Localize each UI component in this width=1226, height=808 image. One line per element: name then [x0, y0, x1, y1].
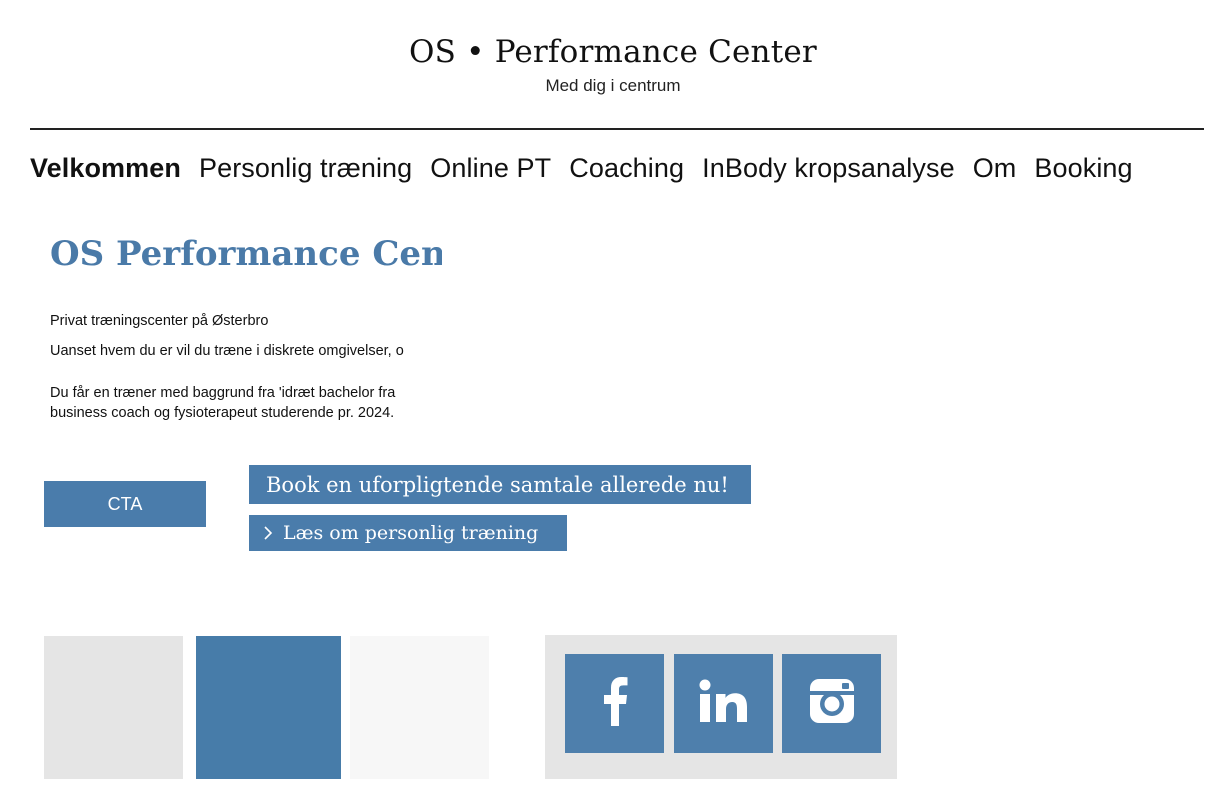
book-consultation-button[interactable]: Book en uforpligtende samtale allerede n…	[249, 465, 751, 504]
nav-item-online-pt[interactable]: Online PT	[430, 153, 551, 184]
footer-tile	[44, 636, 183, 779]
social-links	[545, 635, 897, 779]
nav-item-om[interactable]: Om	[973, 153, 1017, 184]
facebook-link[interactable]	[565, 654, 664, 753]
header-divider	[30, 128, 1204, 130]
nav-item-inbody[interactable]: InBody kropsanalyse	[702, 153, 955, 184]
page: OS • Performance Center Med dig i centru…	[0, 0, 1226, 808]
nav-item-personlig-traening[interactable]: Personlig træning	[199, 153, 412, 184]
site-tagline: Med dig i centrum	[545, 76, 681, 95]
linkedin-icon	[699, 679, 749, 728]
intro-paragraph: Privat træningscenter på Østerbro	[50, 313, 269, 329]
main-nav: Velkommen Personlig træning Online PT Co…	[30, 148, 1220, 188]
nav-item-booking[interactable]: Booking	[1034, 153, 1132, 184]
intro-heading: OS Performance Center	[50, 234, 442, 274]
cta-button[interactable]: CTA	[44, 481, 206, 527]
facebook-icon	[600, 676, 630, 731]
intro-paragraph: Du får en træner med baggrund fra 'idræt…	[50, 383, 442, 423]
nav-item-velkommen[interactable]: Velkommen	[30, 153, 181, 184]
intro-paragraph: Uanset hvem du er vil du træne i diskret…	[50, 343, 404, 359]
instagram-link[interactable]	[782, 654, 881, 753]
read-personal-training-button[interactable]: Læs om personlig træning	[249, 515, 567, 551]
instagram-icon	[809, 678, 855, 729]
read-personal-training-label: Læs om personlig træning	[283, 522, 539, 544]
nav-item-coaching[interactable]: Coaching	[569, 153, 684, 184]
chevron-right-icon	[263, 525, 273, 541]
footer-tile	[350, 636, 489, 779]
linkedin-link[interactable]	[674, 654, 773, 753]
intro-line: business coach og fysioterapeut studeren…	[50, 405, 395, 421]
site-title[interactable]: OS • Performance Center	[0, 34, 1226, 70]
footer-tile	[196, 636, 341, 779]
intro-line: Du får en træner med baggrund fra 'idræt…	[50, 385, 396, 401]
